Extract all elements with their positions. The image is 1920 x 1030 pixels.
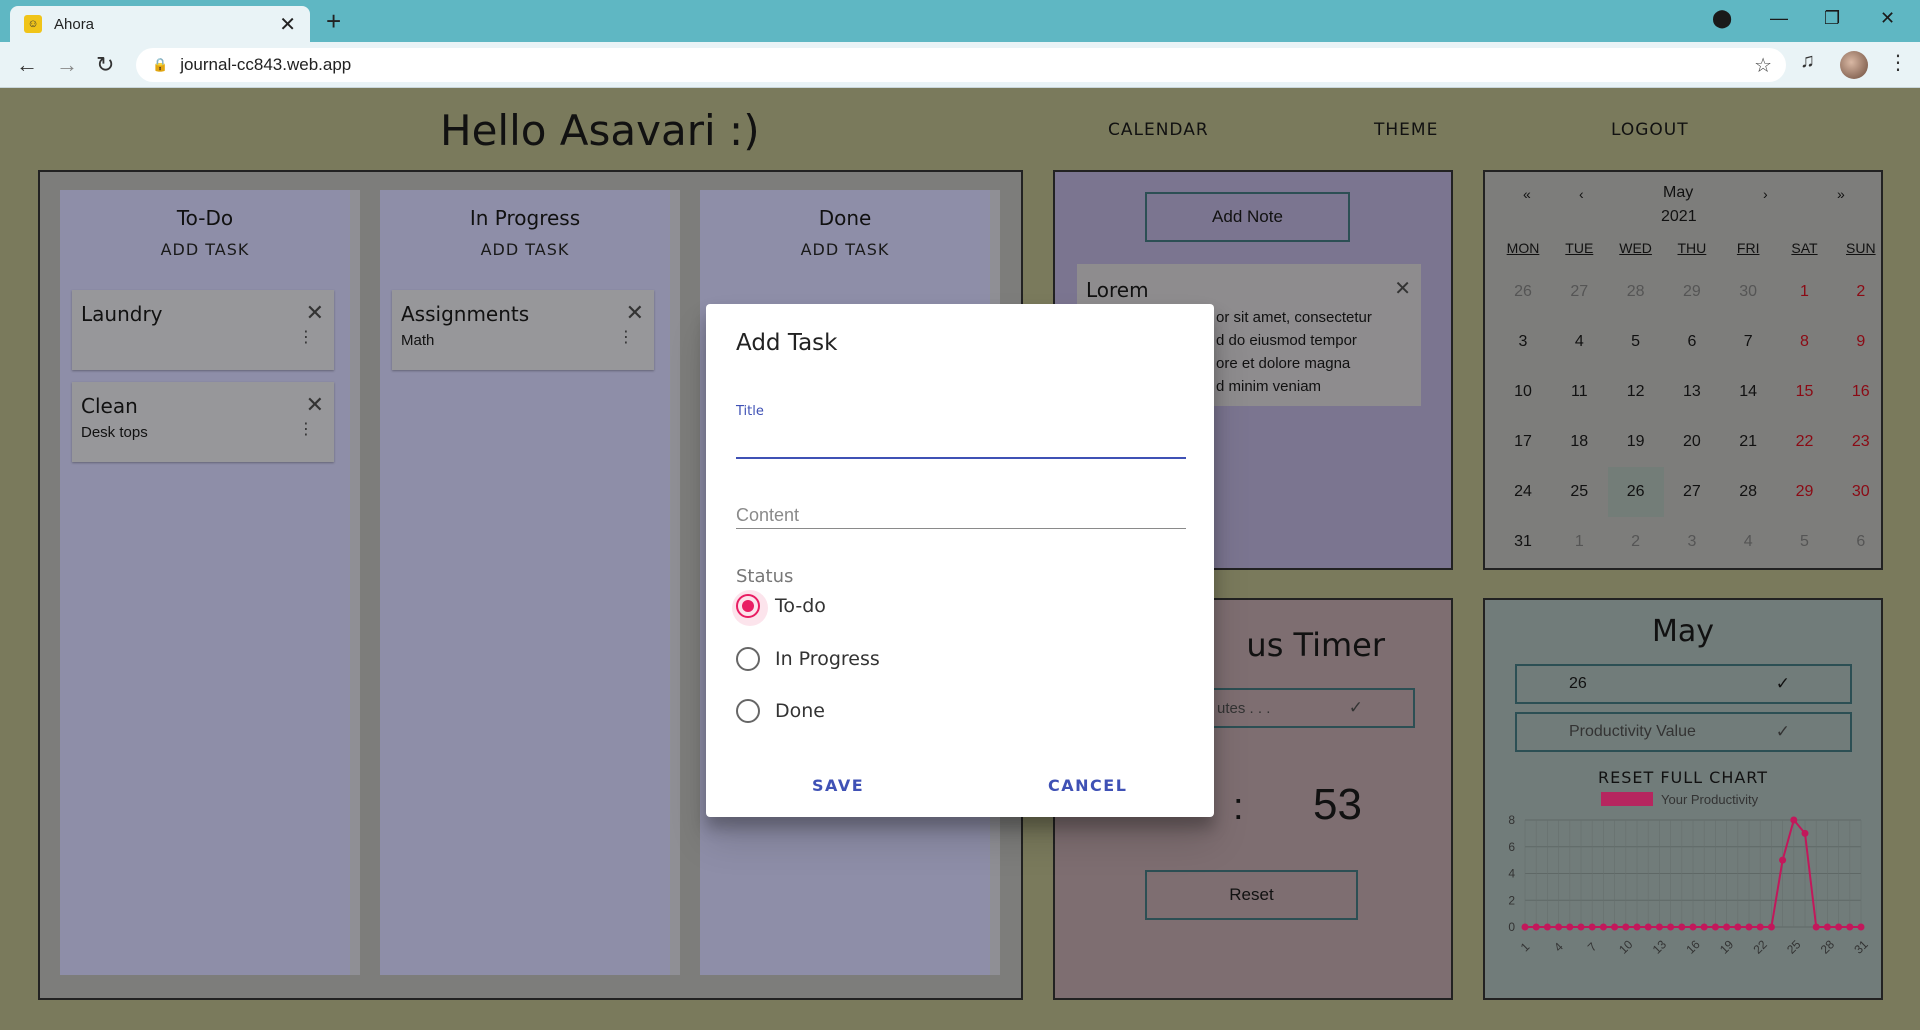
radio-done[interactable]: Done (736, 699, 825, 723)
radio-button[interactable] (736, 647, 760, 671)
menu-icon[interactable]: ⋮ (1888, 50, 1908, 75)
new-tab-button[interactable]: + (326, 8, 341, 34)
radio-todo[interactable]: To-do (732, 590, 826, 626)
tab-title: Ahora (54, 15, 95, 33)
radio-in-progress[interactable]: In Progress (736, 647, 880, 671)
favicon-icon: ☺ (24, 15, 42, 33)
browser-tab[interactable]: ☺ Ahora ✕ (10, 6, 310, 42)
dialog-title: Add Task (736, 330, 838, 356)
profile-dropdown-icon[interactable]: ⬤ (1712, 8, 1732, 29)
browser-tab-bar: ☺ Ahora ✕ + ⬤ — ❐ ✕ (0, 0, 1920, 42)
star-icon[interactable]: ☆ (1754, 53, 1772, 78)
address-bar[interactable]: 🔒 journal-cc843.web.app ☆ (136, 48, 1786, 82)
cancel-button[interactable]: CANCEL (1048, 776, 1127, 795)
media-icon[interactable]: ♫ (1800, 50, 1815, 73)
browser-toolbar: ← → ↻ 🔒 journal-cc843.web.app ☆ ♫ ⋮ (0, 42, 1920, 88)
lock-icon: 🔒 (152, 57, 169, 72)
restore-icon[interactable]: ❐ (1824, 8, 1840, 29)
radio-label: Done (775, 700, 825, 722)
content-input[interactable] (736, 500, 1186, 530)
back-icon[interactable]: ← (16, 52, 38, 78)
minimize-icon[interactable]: — (1770, 8, 1788, 29)
radio-button[interactable] (736, 699, 760, 723)
title-input[interactable] (736, 424, 1186, 454)
title-field-label: Title (736, 404, 764, 419)
radio-label: In Progress (775, 648, 880, 670)
forward-icon[interactable]: → (56, 52, 78, 78)
avatar[interactable] (1840, 51, 1868, 79)
radio-label: To-do (775, 595, 826, 617)
reload-icon[interactable]: ↻ (96, 52, 114, 78)
content-underline (736, 528, 1186, 529)
radio-button-checked[interactable] (732, 590, 768, 626)
url-text: journal-cc843.web.app (180, 55, 352, 74)
tab-close-icon[interactable]: ✕ (279, 12, 296, 37)
save-button[interactable]: SAVE (812, 776, 864, 795)
add-task-dialog: Add Task Title Status To-do In Progress … (706, 304, 1214, 817)
title-underline (736, 457, 1186, 459)
window-close-icon[interactable]: ✕ (1880, 8, 1895, 29)
status-label: Status (736, 566, 794, 587)
